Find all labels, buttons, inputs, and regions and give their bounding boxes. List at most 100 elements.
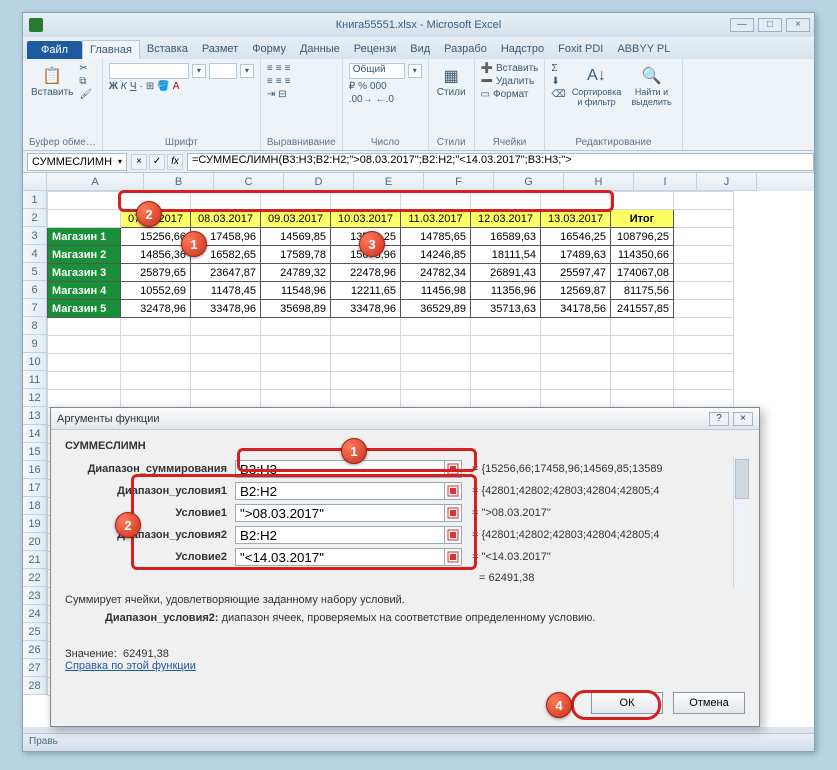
- date-cell[interactable]: 10.03.2017: [331, 210, 401, 228]
- data-cell[interactable]: 23647,87: [191, 264, 261, 282]
- row-header[interactable]: 27: [23, 659, 47, 677]
- data-cell[interactable]: 12569,87: [541, 282, 611, 300]
- row-header[interactable]: 19: [23, 515, 47, 533]
- data-cell[interactable]: 24789,32: [261, 264, 331, 282]
- data-cell[interactable]: 35713,63: [471, 300, 541, 318]
- ribbon-tab[interactable]: Вставка: [140, 40, 195, 59]
- dialog-help-link[interactable]: Справка по этой функции: [65, 660, 196, 672]
- font-size-input[interactable]: [209, 63, 237, 79]
- column-header[interactable]: F: [424, 173, 494, 191]
- dialog-close-button[interactable]: ×: [733, 412, 753, 426]
- data-cell[interactable]: 33478,96: [331, 300, 401, 318]
- cancel-button[interactable]: Отмена: [673, 692, 745, 714]
- data-cell[interactable]: 18111,54: [471, 246, 541, 264]
- ribbon-tab[interactable]: Данные: [293, 40, 347, 59]
- total-header[interactable]: Итог: [611, 210, 674, 228]
- range-selector-icon[interactable]: [444, 460, 462, 478]
- format-cells-button[interactable]: ▭Формат: [481, 89, 539, 100]
- row-header[interactable]: 12: [23, 389, 47, 407]
- data-cell[interactable]: 25597,47: [541, 264, 611, 282]
- range-selector-icon[interactable]: [444, 482, 462, 500]
- row-header[interactable]: 13: [23, 407, 47, 425]
- font-family-input[interactable]: [109, 63, 189, 79]
- column-header[interactable]: H: [564, 173, 634, 191]
- column-header[interactable]: B: [144, 173, 214, 191]
- range-selector-icon[interactable]: [444, 548, 462, 566]
- chevron-down-icon[interactable]: ▾: [240, 64, 254, 78]
- row-header[interactable]: 23: [23, 587, 47, 605]
- arg-input[interactable]: [235, 460, 445, 478]
- total-cell[interactable]: 114350,66: [611, 246, 674, 264]
- column-header[interactable]: E: [354, 173, 424, 191]
- data-cell[interactable]: 11478,45: [191, 282, 261, 300]
- row-header[interactable]: 9: [23, 335, 47, 353]
- border-icon[interactable]: ⊞: [146, 81, 154, 92]
- total-cell[interactable]: 241557,85: [611, 300, 674, 318]
- shop-name-cell[interactable]: Магазин 5: [48, 300, 121, 318]
- data-cell[interactable]: 15678,96: [331, 246, 401, 264]
- data-cell[interactable]: 32478,96: [121, 300, 191, 318]
- percent-icon[interactable]: %: [358, 81, 367, 92]
- chevron-down-icon[interactable]: ▾: [408, 64, 422, 78]
- total-cell[interactable]: 174067,08: [611, 264, 674, 282]
- row-header[interactable]: 7: [23, 299, 47, 317]
- data-cell[interactable]: 17589,78: [261, 246, 331, 264]
- shop-name-cell[interactable]: Магазин 1: [48, 228, 121, 246]
- data-cell[interactable]: 24782,34: [401, 264, 471, 282]
- merge-button[interactable]: ⊟: [278, 89, 286, 100]
- data-cell[interactable]: 34178,56: [541, 300, 611, 318]
- row-header[interactable]: 4: [23, 245, 47, 263]
- ribbon-tab[interactable]: Вид: [403, 40, 437, 59]
- data-cell[interactable]: 16589,63: [471, 228, 541, 246]
- data-cell[interactable]: 16582,65: [191, 246, 261, 264]
- autosum-icon[interactable]: Σ: [551, 63, 557, 74]
- ribbon-tab[interactable]: Надстро: [494, 40, 551, 59]
- fx-button[interactable]: fx: [167, 154, 183, 170]
- styles-button[interactable]: ▦Стили: [435, 63, 468, 100]
- italic-button[interactable]: К: [121, 81, 127, 92]
- row-header[interactable]: 24: [23, 605, 47, 623]
- dialog-help-button[interactable]: ?: [709, 412, 729, 426]
- row-header[interactable]: 10: [23, 353, 47, 371]
- row-header[interactable]: 26: [23, 641, 47, 659]
- align-left-icon[interactable]: ≡: [267, 76, 273, 87]
- data-cell[interactable]: 25879,65: [121, 264, 191, 282]
- column-header[interactable]: I: [634, 173, 697, 191]
- fill-icon[interactable]: ⬇: [551, 76, 559, 87]
- date-cell[interactable]: 11.03.2017: [401, 210, 471, 228]
- arg-input[interactable]: [235, 482, 445, 500]
- row-header[interactable]: 20: [23, 533, 47, 551]
- row-header[interactable]: 14: [23, 425, 47, 443]
- ok-button[interactable]: ОК: [591, 692, 663, 714]
- data-cell[interactable]: 36529,89: [401, 300, 471, 318]
- data-cell[interactable]: 22478,96: [331, 264, 401, 282]
- row-header[interactable]: 28: [23, 677, 47, 695]
- data-cell[interactable]: 13589,25: [331, 228, 401, 246]
- data-cell[interactable]: 11548,96: [261, 282, 331, 300]
- column-header[interactable]: A: [47, 173, 144, 191]
- data-cell[interactable]: 14856,36: [121, 246, 191, 264]
- column-header[interactable]: G: [494, 173, 564, 191]
- indent-icon[interactable]: ⇥: [267, 89, 275, 100]
- row-header[interactable]: 11: [23, 371, 47, 389]
- row-header[interactable]: 25: [23, 623, 47, 641]
- data-cell[interactable]: 10552,69: [121, 282, 191, 300]
- fill-color-icon[interactable]: 🪣: [157, 81, 169, 92]
- data-cell[interactable]: 26891,43: [471, 264, 541, 282]
- ribbon-tab[interactable]: Foxit PDI: [551, 40, 610, 59]
- tab-file[interactable]: Файл: [27, 41, 82, 59]
- maximize-button[interactable]: □: [758, 18, 782, 32]
- insert-cells-button[interactable]: ➕Вставить: [481, 63, 539, 74]
- formula-input[interactable]: =СУММЕСЛИМН(B3:H3;B2:H2;">08.03.2017";B2…: [187, 153, 814, 171]
- sort-filter-button[interactable]: A↓Сортировка и фильтр: [570, 63, 624, 109]
- range-selector-icon[interactable]: [444, 504, 462, 522]
- increase-decimal-icon[interactable]: .00→: [349, 94, 373, 105]
- data-cell[interactable]: 11356,96: [471, 282, 541, 300]
- row-header[interactable]: 6: [23, 281, 47, 299]
- data-cell[interactable]: 17489,63: [541, 246, 611, 264]
- close-button[interactable]: ×: [786, 18, 810, 32]
- total-cell[interactable]: 81175,56: [611, 282, 674, 300]
- clear-icon[interactable]: ⌫: [551, 89, 565, 100]
- copy-icon[interactable]: ⧉: [79, 76, 86, 87]
- data-cell[interactable]: 14569,85: [261, 228, 331, 246]
